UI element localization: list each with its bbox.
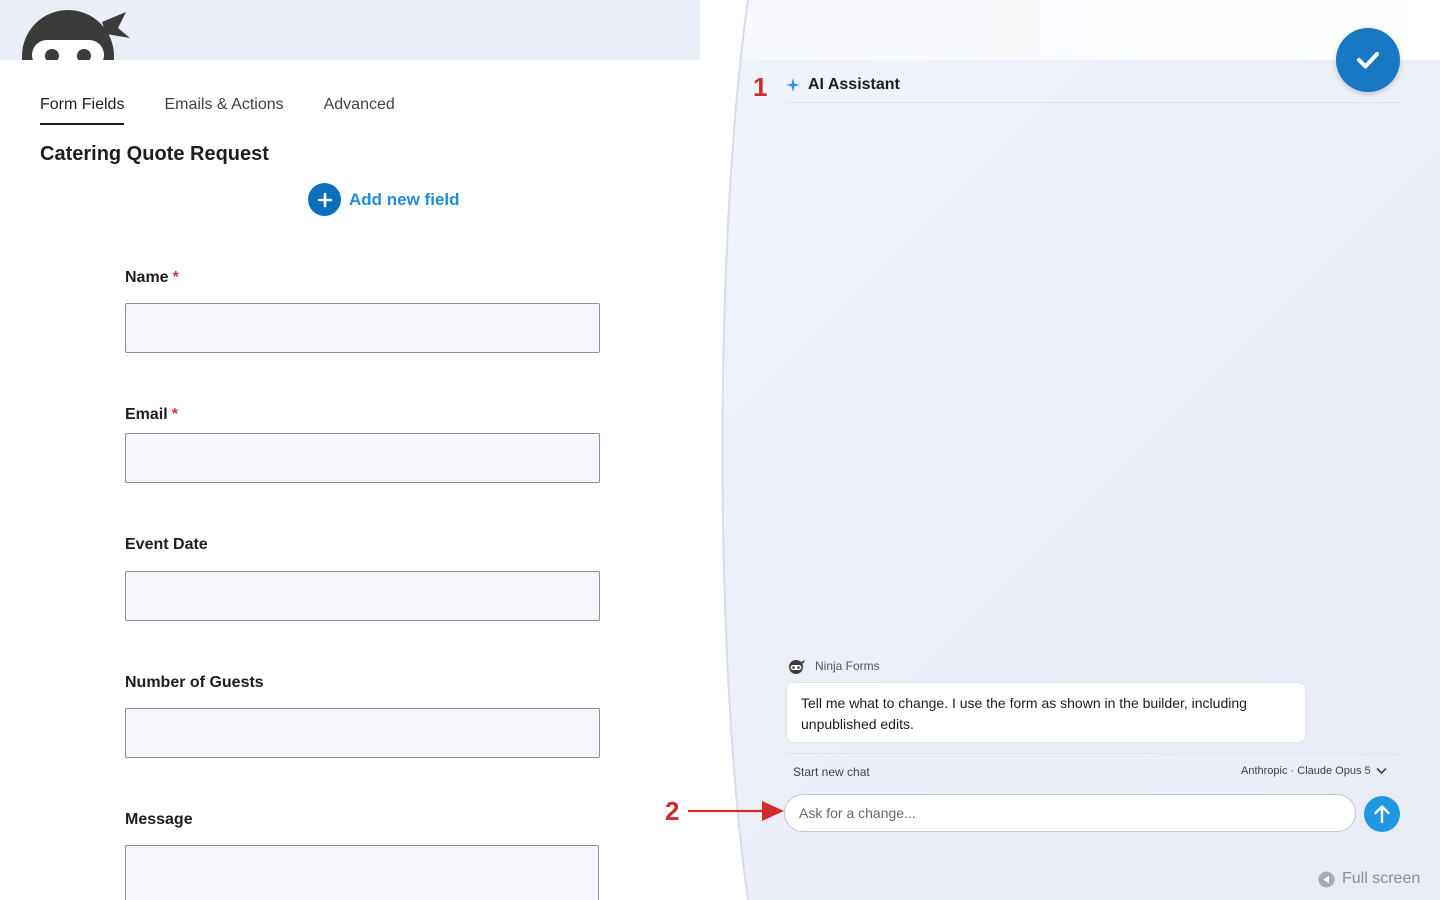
plus-icon [308, 183, 341, 216]
chat-divider [786, 753, 1400, 754]
field-email: Email * [125, 406, 600, 483]
full-screen-button[interactable]: Full screen [1318, 870, 1420, 888]
tab-emails-actions[interactable]: Emails & Actions [164, 95, 283, 125]
builder-tabs: Form Fields Emails & Actions Advanced [40, 95, 395, 125]
annotation-number-1: 1 [753, 72, 768, 102]
model-selector[interactable]: Anthropic · Claude Opus 5 [1241, 765, 1387, 777]
model-label: Anthropic · Claude Opus 5 [1241, 765, 1371, 777]
assistant-message: Tell me what to change. I use the form a… [786, 682, 1306, 743]
field-event-date: Event Date [125, 536, 600, 621]
panel-curve-divider [700, 0, 749, 900]
required-marker: * [171, 406, 178, 423]
chevron-down-icon [1376, 767, 1387, 775]
ninja-logo-icon [18, 4, 134, 60]
ai-assistant-header: AI Assistant [786, 75, 1400, 103]
form-title: Catering Quote Request [40, 143, 269, 165]
sparkle-icon [786, 78, 800, 92]
fullscreen-arrow-icon [1318, 871, 1335, 887]
add-new-field-label: Add new field [349, 189, 460, 209]
send-button[interactable] [1364, 796, 1400, 832]
message-textarea[interactable] [125, 845, 599, 900]
arrow-up-icon [1374, 805, 1390, 824]
field-label: Event Date [125, 536, 208, 553]
annotation-number-2: 2 [665, 796, 680, 826]
full-screen-label: Full screen [1342, 870, 1421, 887]
field-label: Message [125, 811, 193, 828]
check-icon [1357, 52, 1379, 69]
name-input[interactable] [125, 303, 600, 353]
ask-for-change-input[interactable] [784, 794, 1356, 832]
ninja-avatar-icon [789, 660, 805, 674]
start-new-chat-button[interactable]: Start new chat [793, 765, 870, 779]
sender-name: Ninja Forms [815, 659, 880, 673]
number-of-guests-input[interactable] [125, 708, 600, 758]
field-name: Name * [125, 269, 600, 353]
ai-panel-top [715, 0, 1440, 60]
tab-advanced[interactable]: Advanced [324, 95, 395, 125]
field-label: Email * [125, 406, 178, 423]
field-label: Number of Guests [125, 674, 264, 691]
add-new-field-button[interactable]: Add new field [308, 183, 460, 216]
email-input[interactable] [125, 433, 600, 483]
event-date-input[interactable] [125, 571, 600, 621]
ai-assistant-title: AI Assistant [808, 76, 900, 93]
field-label: Name * [125, 269, 179, 286]
app-root: Form Fields Emails & Actions Advanced Ca… [0, 0, 1440, 900]
field-number-of-guests: Number of Guests [125, 674, 600, 758]
form-builder: Form Fields Emails & Actions Advanced Ca… [0, 60, 760, 900]
required-marker: * [172, 269, 179, 286]
annotation-arrow [688, 801, 784, 821]
tab-form-fields[interactable]: Form Fields [40, 95, 125, 125]
message-sender: Ninja Forms [787, 658, 880, 674]
field-message: Message [125, 811, 600, 900]
